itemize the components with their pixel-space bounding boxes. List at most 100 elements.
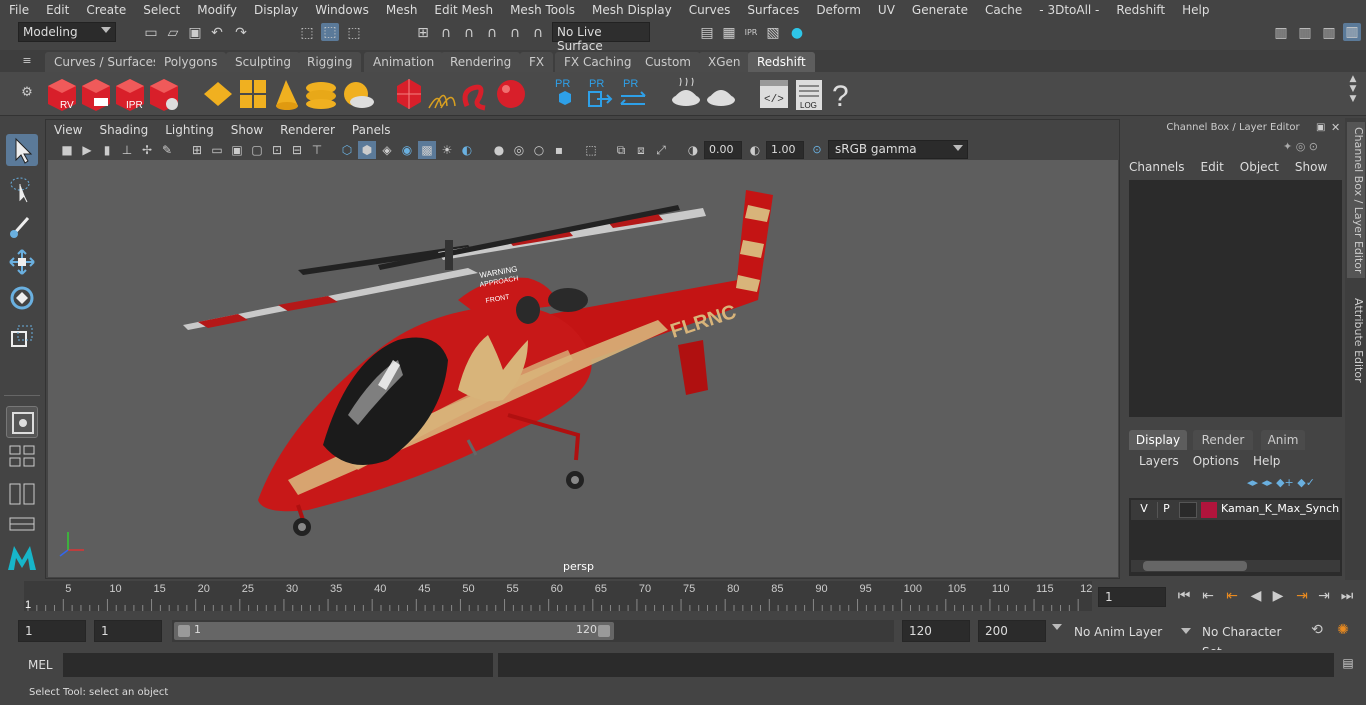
xray-icon[interactable]: ⬚ <box>582 141 600 159</box>
shelf-tab-animation[interactable]: Animation <box>364 52 444 72</box>
shelf-tab-redshift[interactable]: Redshift <box>748 52 815 72</box>
time-ruler[interactable]: 5 10 15 20 25 30 35 40 45 50 55 60 65 70 75 80 85 90 95 100… <box>24 581 1092 611</box>
tab-attribute-editor[interactable]: Attribute Editor <box>1347 286 1365 394</box>
layout-side-by-side-icon[interactable] <box>6 482 38 506</box>
grease-pencil-icon[interactable]: ✎ <box>158 141 176 159</box>
layer-color-swatch[interactable] <box>1201 502 1217 518</box>
layer-reference-toggle[interactable] <box>1179 502 1197 518</box>
colorspace-dropdown[interactable]: sRGB gamma <box>828 140 968 159</box>
select-by-object-icon[interactable]: ⬚ <box>321 23 339 41</box>
bookmark-icon[interactable]: ▮ <box>98 141 116 159</box>
snap-grid-icon[interactable]: ⊞ <box>414 24 432 42</box>
menu-cache[interactable]: Cache <box>976 3 1030 17</box>
float-panel-icon[interactable]: ▣ <box>1316 122 1325 133</box>
render-frame-icon[interactable]: ▦ <box>720 24 738 42</box>
channel-box-toggle-icon[interactable]: ▥ <box>1343 23 1361 41</box>
step-forward-frame-icon[interactable]: ⇥ <box>1292 588 1312 604</box>
step-forward-key-icon[interactable]: ⇥ <box>1314 588 1334 604</box>
end-time-field[interactable]: 120 <box>902 620 970 642</box>
snap-live-icon[interactable]: ∩ <box>506 24 524 42</box>
shelf-tab-sculpting[interactable]: Sculpting <box>226 52 301 72</box>
wireframe-on-shaded-icon[interactable]: ◈ <box>378 141 396 159</box>
animation-preferences-icon[interactable]: ✺ <box>1333 622 1353 638</box>
menu-surfaces[interactable]: Surfaces <box>738 3 807 17</box>
menu-create[interactable]: Create <box>77 3 134 17</box>
layer-actions-icons[interactable]: ◂▸ ◂▸ ◆+ ◆✓ <box>1247 476 1347 492</box>
layer-menu-options[interactable]: Options <box>1193 454 1239 472</box>
menu-generate[interactable]: Generate <box>903 3 976 17</box>
use-all-lights-icon[interactable]: ▩ <box>418 141 436 159</box>
current-frame-field[interactable]: 1 <box>1098 587 1166 607</box>
close-icon[interactable]: ✕ <box>1331 121 1340 134</box>
script-editor-icon[interactable]: ▤ <box>1338 656 1358 670</box>
snap-view-plane-icon[interactable]: ∩ <box>483 24 501 42</box>
scale-tool-icon[interactable] <box>6 320 38 352</box>
menu-file[interactable]: File <box>0 3 37 17</box>
xray-joints-icon[interactable]: ⧉ <box>612 141 630 159</box>
layer-menu-layers[interactable]: Layers <box>1139 454 1179 472</box>
lasso-tool-icon[interactable] <box>6 172 38 204</box>
viewport-menu-shading[interactable]: Shading <box>91 123 157 137</box>
menu-modify[interactable]: Modify <box>188 3 245 17</box>
step-back-key-icon[interactable]: ⇤ <box>1198 588 1218 604</box>
go-to-start-icon[interactable]: ⏮ <box>1174 588 1194 604</box>
two-d-pan-icon[interactable]: ✢ <box>138 141 156 159</box>
depth-of-field-icon[interactable]: ○ <box>530 141 548 159</box>
menu-help[interactable]: Help <box>1173 3 1217 17</box>
wireframe-icon[interactable]: ⬡ <box>338 141 356 159</box>
layer-scrollbar-thumb[interactable] <box>1143 561 1247 571</box>
anim-layer-dropdown[interactable]: No Anim Layer <box>1068 622 1176 642</box>
paint-select-tool-icon[interactable] <box>6 210 38 242</box>
viewport-menu-panels[interactable]: Panels <box>344 123 400 137</box>
range-slider-end-grip[interactable] <box>598 625 610 637</box>
shelf-tab-fx-caching[interactable]: FX Caching <box>555 52 641 72</box>
menu-curves[interactable]: Curves <box>680 3 739 17</box>
multisample-icon[interactable]: ◎ <box>510 141 528 159</box>
select-camera-icon[interactable]: ■ <box>58 141 76 159</box>
channel-box-menu-edit[interactable]: Edit <box>1201 160 1224 178</box>
channel-box-menu-channels[interactable]: Channels <box>1129 160 1185 178</box>
hypershade-icon[interactable]: ● <box>788 24 806 42</box>
shelf-menu-icon[interactable]: ≡ <box>18 52 36 70</box>
range-slider-track[interactable]: 1 120 <box>172 620 894 642</box>
new-scene-icon[interactable]: ▭ <box>142 24 160 42</box>
ipr-render-icon[interactable]: IPR <box>742 24 760 42</box>
step-back-frame-icon[interactable]: ⇤ <box>1222 588 1242 604</box>
chevron-down-icon[interactable] <box>1181 628 1191 634</box>
go-to-end-icon[interactable]: ⏭ <box>1337 588 1357 604</box>
shelf-scroll-icon[interactable]: ▲ ▼ ▼ <box>1344 74 1362 104</box>
select-by-hierarchy-icon[interactable]: ⬚ <box>298 24 316 42</box>
layer-tab-render[interactable]: Render <box>1193 430 1253 450</box>
render-settings-icon[interactable]: ▧ <box>764 24 782 42</box>
show-manipulator-icon[interactable] <box>6 406 38 438</box>
save-scene-icon[interactable]: ▣ <box>186 24 204 42</box>
menu-mesh-tools[interactable]: Mesh Tools <box>501 3 583 17</box>
shelf-tab-xgen[interactable]: XGen <box>699 52 750 72</box>
camera-attributes-icon[interactable]: ▶ <box>78 141 96 159</box>
motion-blur-icon[interactable]: ● <box>490 141 508 159</box>
live-surface-field[interactable]: No Live Surface <box>552 22 650 53</box>
chevron-down-icon[interactable] <box>1052 624 1062 630</box>
layout-outliner-icon[interactable] <box>6 516 38 532</box>
menu-3dtoall[interactable]: - 3DtoAll - <box>1030 3 1107 17</box>
xray-active-icon[interactable]: ⧈ <box>632 141 650 159</box>
menu-redshift[interactable]: Redshift <box>1107 3 1173 17</box>
layout-four-pane-icon[interactable] <box>6 444 38 468</box>
channel-box-menu-object[interactable]: Object <box>1240 160 1279 178</box>
menu-edit[interactable]: Edit <box>37 3 77 17</box>
layer-playback-toggle[interactable]: P <box>1157 502 1175 518</box>
menu-select[interactable]: Select <box>134 3 188 17</box>
shelf-tab-rigging[interactable]: Rigging <box>298 52 362 72</box>
play-forward-icon[interactable]: ▶ <box>1268 588 1288 604</box>
gamma-icon[interactable]: ◐ <box>746 141 764 159</box>
range-slider-start-grip[interactable] <box>178 625 190 637</box>
menu-uv[interactable]: UV <box>869 3 903 17</box>
command-input[interactable] <box>63 653 493 677</box>
gamma-field[interactable]: 1.00 <box>766 141 804 159</box>
layer-scrollbar[interactable] <box>1131 560 1340 572</box>
rotate-tool-icon[interactable] <box>6 282 38 314</box>
layer-tab-anim[interactable]: Anim <box>1261 430 1305 450</box>
start-time-field[interactable]: 1 <box>18 620 86 642</box>
layer-menu-help[interactable]: Help <box>1253 454 1280 472</box>
grid-icon[interactable]: ⊞ <box>188 141 206 159</box>
